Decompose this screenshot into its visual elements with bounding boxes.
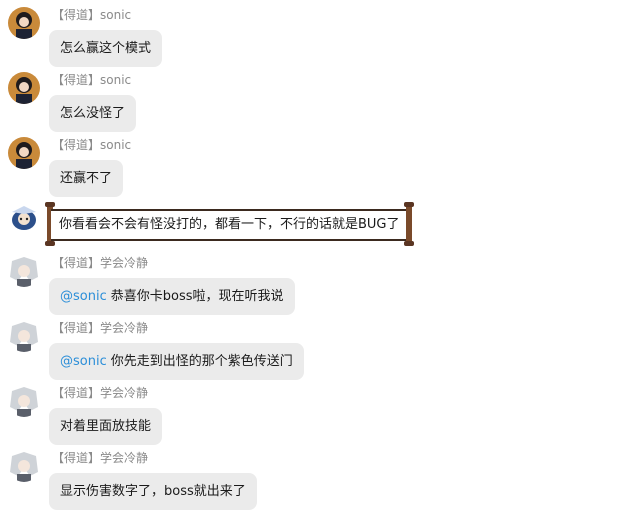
message-text: 你看看会不会有怪没打的，都看一下，不行的话就是BUG了 — [59, 217, 400, 232]
sender-name: 【得道】sonic — [52, 73, 132, 87]
blue-character-avatar-icon — [8, 202, 40, 234]
message-text: 怎么没怪了 — [60, 106, 126, 121]
silver-hair-avatar-icon — [8, 385, 40, 417]
message-text: 显示伤害数字了，boss就出来了 — [60, 484, 246, 499]
silver-hair-avatar-icon — [8, 450, 40, 482]
silver-hair-avatar-icon — [8, 320, 40, 352]
avatar[interactable] — [8, 202, 40, 234]
silver-hair-avatar-icon — [8, 255, 40, 287]
sender-name: 【得道】学会冷静 — [52, 321, 149, 335]
chat-log: 【得道】sonic 怎么赢这个模式 【得道】sonic 怎么没怪了 【得道】so… — [0, 0, 639, 510]
dark-hair-avatar-icon — [8, 137, 40, 169]
sender-name: 【得道】学会冷静 — [52, 256, 149, 270]
avatar[interactable] — [8, 385, 40, 417]
message-text: 你先走到出怪的那个紫色传送门 — [110, 354, 293, 369]
avatar[interactable] — [8, 7, 40, 39]
scroll-message-body: 你看看会不会有怪没打的，都看一下，不行的话就是BUG了 — [51, 209, 408, 241]
sender-name: 【得道】sonic — [52, 8, 132, 22]
avatar[interactable] — [8, 320, 40, 352]
avatar[interactable] — [8, 137, 40, 169]
mention-link[interactable]: @sonic — [60, 289, 107, 304]
message-bubble: @sonic 你先走到出怪的那个紫色传送门 — [49, 343, 304, 380]
message-bubble: 对着里面放技能 — [49, 408, 163, 445]
message-bubble: @sonic 恭喜你卡boss啦，现在听我说 — [49, 278, 295, 315]
message-bubble: 还赢不了 — [49, 160, 124, 197]
avatar[interactable] — [8, 255, 40, 287]
message-text: 还赢不了 — [60, 171, 113, 186]
message-text: 怎么赢这个模式 — [60, 41, 152, 56]
sender-name: 【得道】sonic — [52, 138, 132, 152]
sender-name: 【得道】学会冷静 — [52, 386, 149, 400]
message-text: 恭喜你卡boss啦，现在听我说 — [110, 289, 284, 304]
dark-hair-avatar-icon — [8, 72, 40, 104]
sender-name: 【得道】学会冷静 — [52, 451, 149, 465]
mention-link[interactable]: @sonic — [60, 354, 107, 369]
message-text: 对着里面放技能 — [60, 419, 152, 434]
message-bubble: 显示伤害数字了，boss就出来了 — [49, 473, 257, 510]
avatar[interactable] — [8, 450, 40, 482]
dark-hair-avatar-icon — [8, 7, 40, 39]
message-bubble: 怎么赢这个模式 — [49, 30, 163, 67]
message-bubble: 怎么没怪了 — [49, 95, 137, 132]
scroll-rod-right — [404, 202, 414, 246]
avatar[interactable] — [8, 72, 40, 104]
